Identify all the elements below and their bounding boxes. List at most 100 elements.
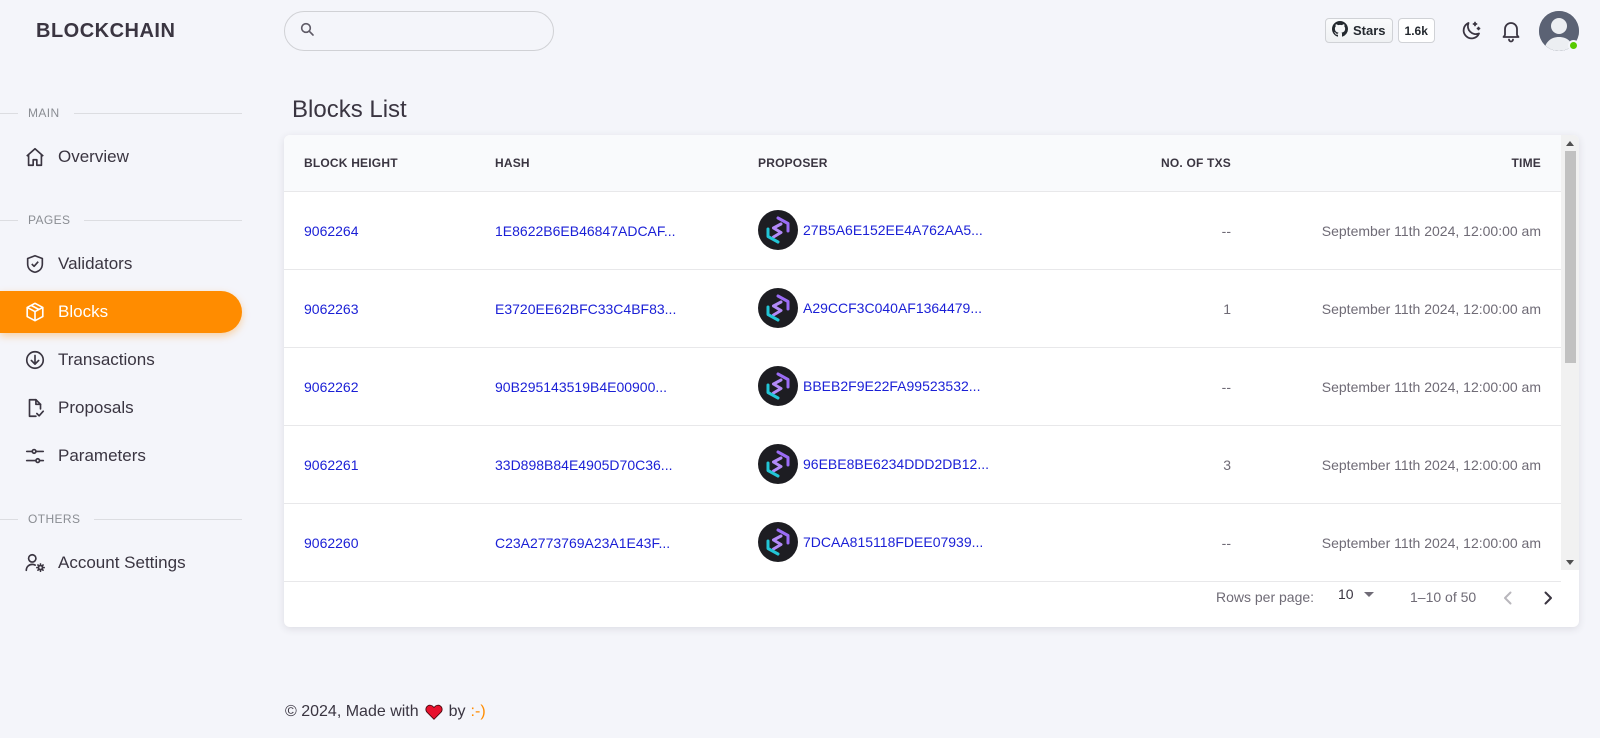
block-height-link[interactable]: 9062264: [304, 223, 359, 239]
rows-per-page-select[interactable]: 10: [1338, 586, 1374, 602]
column-header-time[interactable]: TIME: [1512, 156, 1541, 170]
block-hash-link[interactable]: E3720EE62BFC33C4BF83...: [495, 301, 676, 317]
user-cog-icon: [24, 552, 46, 574]
table-row: 9062263 E3720EE62BFC33C4BF83... A29CCF3C04…: [284, 270, 1561, 348]
block-hash-link[interactable]: 1E8622B6EB46847ADCAF...: [495, 223, 676, 239]
notification-bell-icon[interactable]: [1499, 19, 1523, 43]
table-row: 9062262 90B295143519B4E00900... BBEB2F9E22…: [284, 348, 1561, 426]
search-input[interactable]: [323, 12, 553, 50]
next-page-button[interactable]: [1536, 586, 1560, 610]
sidebar-item-label: Blocks: [58, 302, 109, 321]
proposer-cell: BBEB2F9E22FA99523532...: [758, 366, 980, 406]
chevron-right-icon: [1544, 591, 1552, 605]
dropdown-caret-icon: [1363, 591, 1374, 597]
sidebar-item-label: Overview: [58, 147, 129, 166]
validator-logo-icon: [758, 522, 798, 562]
sidebar-item-transactions[interactable]: Transactions: [0, 339, 242, 381]
sidebar-item-label: Transactions: [58, 350, 155, 369]
block-time: September 11th 2024, 12:00:00 am: [1321, 223, 1541, 239]
tx-count: --: [1221, 223, 1231, 239]
footer-by: by: [448, 703, 466, 720]
github-icon: [1332, 21, 1353, 40]
tx-count: 3: [1223, 457, 1231, 473]
table-header: BLOCK HEIGHT HASH PROPOSER NO. OF TXS TI…: [284, 135, 1561, 192]
proposer-cell: 7DCAA815118FDEE07939...: [758, 522, 983, 562]
validator-logo-icon: [758, 366, 798, 406]
proposer-cell: 96EBE8BE6234DDD2DB12...: [758, 444, 989, 484]
github-stars-button[interactable]: Stars: [1325, 18, 1393, 43]
validator-logo-icon: [758, 444, 798, 484]
sidebar-item-proposals[interactable]: Proposals: [0, 387, 242, 429]
chevron-left-icon: [1504, 591, 1512, 605]
search-box[interactable]: [284, 11, 554, 51]
sliders-icon: [24, 445, 46, 467]
github-stars-label: Stars: [1353, 23, 1386, 38]
scroll-up-arrow-icon[interactable]: [1566, 141, 1574, 146]
block-height-link[interactable]: 9062260: [304, 535, 359, 551]
proposer-link[interactable]: 7DCAA815118FDEE07939...: [803, 534, 983, 550]
validator-logo-icon: [758, 210, 798, 250]
section-header-main: MAIN: [0, 105, 242, 121]
brand-logo-text[interactable]: BLOCKCHAIN: [36, 20, 175, 43]
proposer-link[interactable]: BBEB2F9E22FA99523532...: [803, 378, 980, 394]
footer-copyright: © 2024, Made with: [285, 703, 419, 720]
table-scrollbar[interactable]: [1561, 135, 1579, 570]
pagination-range: 1–10 of 50: [1410, 589, 1477, 605]
scrollbar-thumb[interactable]: [1565, 151, 1576, 363]
proposer-cell: A29CCF3C040AF1364479...: [758, 288, 982, 328]
search-icon: [299, 21, 315, 42]
block-height-link[interactable]: 9062262: [304, 379, 359, 395]
arrow-down-circle-icon: [24, 349, 46, 371]
cube-icon: [24, 301, 46, 323]
online-status-badge: [1568, 40, 1579, 51]
github-stars-count[interactable]: 1.6k: [1397, 18, 1435, 43]
rows-per-page-label: Rows per page:: [1216, 589, 1315, 605]
footer-author-link[interactable]: :-): [471, 703, 486, 721]
heart-icon: [425, 704, 443, 720]
page-title: Blocks List: [292, 96, 407, 123]
block-height-link[interactable]: 9062261: [304, 457, 359, 473]
sidebar-item-overview[interactable]: Overview: [0, 136, 242, 178]
section-label: PAGES: [28, 213, 71, 227]
table-row: 9062264 1E8622B6EB46847ADCAF... 27B5A6E152…: [284, 192, 1561, 270]
tx-count: --: [1221, 379, 1231, 395]
rows-per-page-value: 10: [1338, 586, 1354, 602]
block-height-link[interactable]: 9062263: [304, 301, 359, 317]
block-hash-link[interactable]: 33D898B84E4905D70C36...: [495, 457, 672, 473]
footer: © 2024, Made with by :-): [285, 703, 486, 721]
proposer-link[interactable]: A29CCF3C040AF1364479...: [803, 300, 982, 316]
table-pagination: Rows per page: 10 1–10 of 50: [284, 570, 1579, 627]
column-header-hash[interactable]: HASH: [495, 156, 530, 170]
proposer-link[interactable]: 27B5A6E152EE4A762AA5...: [803, 222, 983, 238]
column-header-block-height[interactable]: BLOCK HEIGHT: [304, 156, 398, 170]
column-header-no-of-txs[interactable]: NO. OF TXS: [1161, 156, 1231, 170]
sidebar-item-account-settings[interactable]: Account Settings: [0, 542, 242, 584]
scroll-down-arrow-icon[interactable]: [1566, 560, 1574, 565]
section-header-pages: PAGES: [0, 212, 242, 228]
block-time: September 11th 2024, 12:00:00 am: [1321, 379, 1541, 395]
sidebar-item-label: Parameters: [58, 446, 146, 465]
shield-check-icon: [24, 253, 46, 275]
previous-page-button[interactable]: [1496, 586, 1520, 610]
file-check-icon: [24, 397, 46, 419]
tx-count: 1: [1223, 301, 1231, 317]
tx-count: --: [1221, 535, 1231, 551]
proposer-cell: 27B5A6E152EE4A762AA5...: [758, 210, 983, 250]
block-time: September 11th 2024, 12:00:00 am: [1321, 457, 1541, 473]
sidebar-item-blocks[interactable]: Blocks: [0, 291, 242, 333]
github-stars-widget[interactable]: Stars 1.6k: [1325, 18, 1435, 43]
sidebar-item-label: Validators: [58, 254, 133, 273]
theme-toggle-moon-icon[interactable]: [1459, 19, 1483, 43]
table-row: 9062261 33D898B84E4905D70C36... 96EBE8BE62…: [284, 426, 1561, 504]
home-icon: [24, 146, 46, 168]
block-time: September 11th 2024, 12:00:00 am: [1321, 301, 1541, 317]
section-header-others: OTHERS: [0, 511, 242, 527]
sidebar-item-validators[interactable]: Validators: [0, 243, 242, 285]
blocks-table-card: BLOCK HEIGHT HASH PROPOSER NO. OF TXS TI…: [284, 135, 1579, 627]
block-hash-link[interactable]: C23A2773769A23A1E43F...: [495, 535, 670, 551]
proposer-link[interactable]: 96EBE8BE6234DDD2DB12...: [803, 456, 989, 472]
block-hash-link[interactable]: 90B295143519B4E00900...: [495, 379, 667, 395]
column-header-proposer[interactable]: PROPOSER: [758, 156, 828, 170]
sidebar-item-parameters[interactable]: Parameters: [0, 435, 242, 477]
sidebar: BLOCKCHAIN MAIN Overview PAGES Validator…: [0, 0, 242, 738]
